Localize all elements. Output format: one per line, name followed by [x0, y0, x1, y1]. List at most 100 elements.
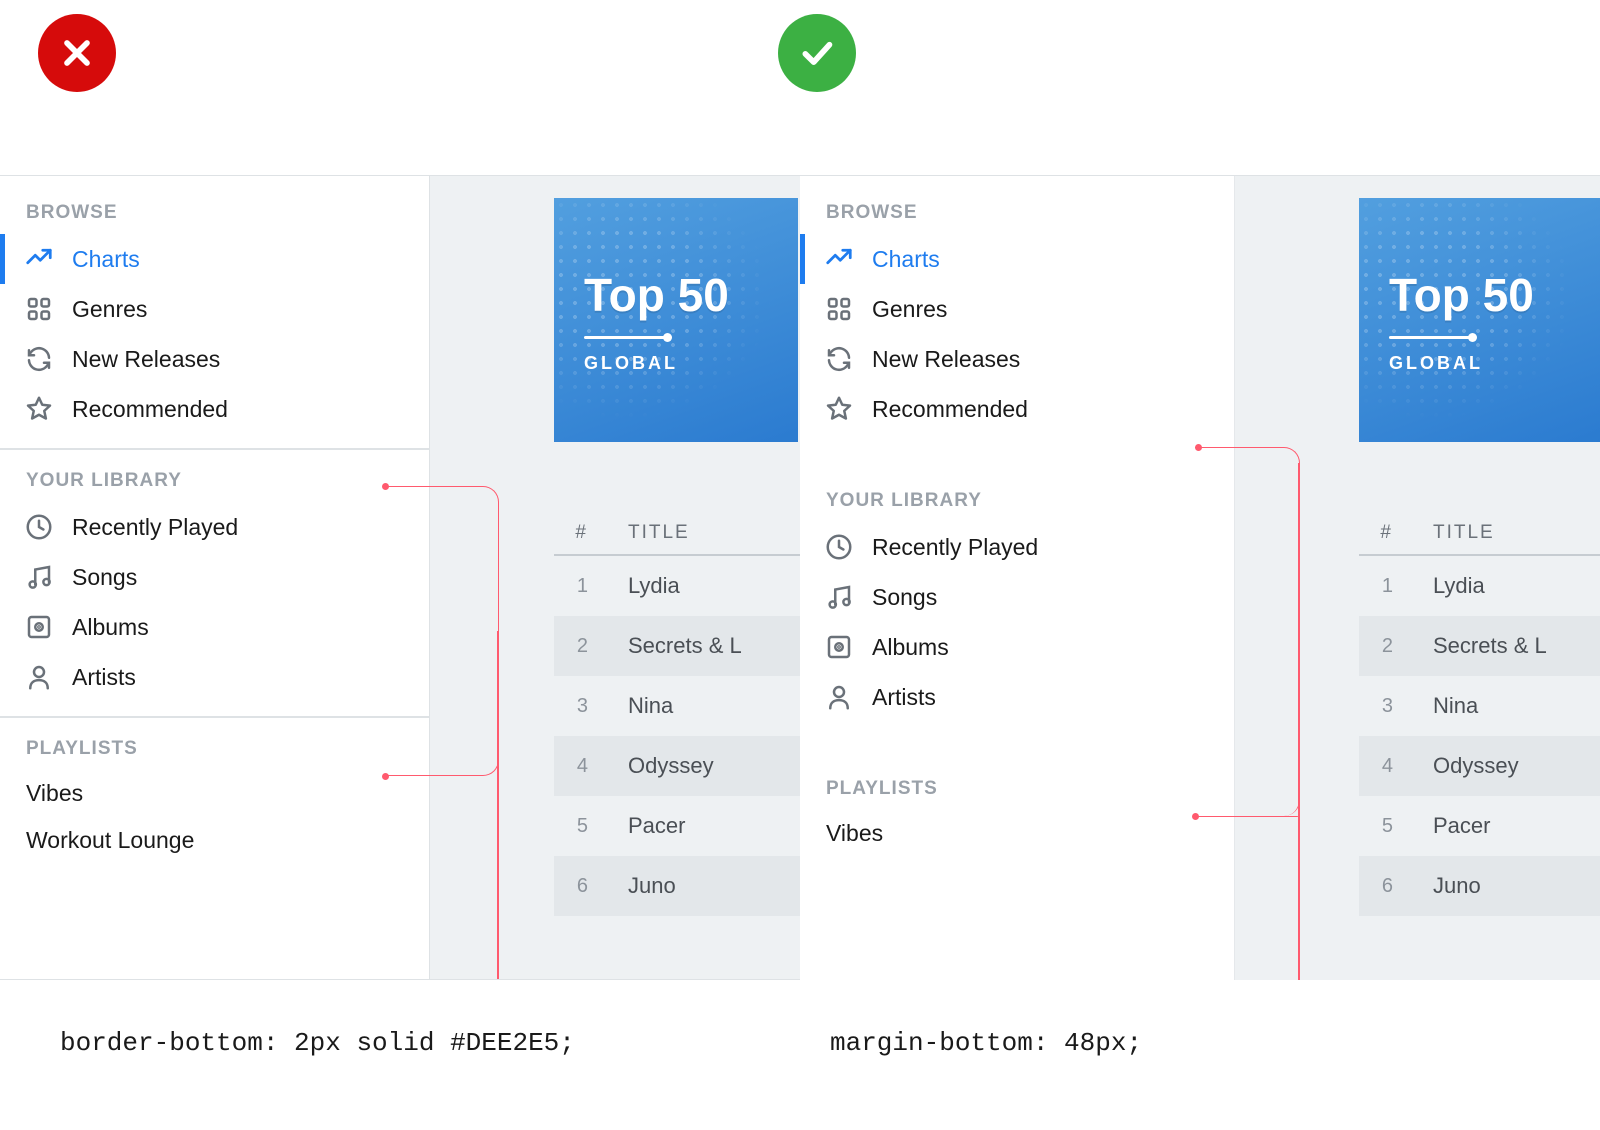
track-row[interactable]: 5Pacer — [1359, 796, 1600, 856]
section-header-library: YOUR LIBRARY — [800, 486, 1234, 522]
nav-charts[interactable]: Charts — [800, 234, 1234, 284]
sidebar-section-playlists: PLAYLISTS Vibes Workout Lounge — [0, 718, 429, 864]
album-title: Top 50 — [1389, 268, 1600, 322]
nav-charts[interactable]: Charts — [0, 234, 429, 284]
refresh-icon — [824, 344, 854, 374]
nav-label: Recommended — [872, 396, 1028, 423]
playlist-item[interactable]: Vibes — [0, 770, 429, 817]
nav-genres[interactable]: Genres — [800, 284, 1234, 334]
nav-label: Charts — [72, 246, 140, 273]
nav-songs[interactable]: Songs — [800, 572, 1234, 622]
nav-label: Songs — [872, 584, 937, 611]
track-row[interactable]: 3Nina — [1359, 676, 1600, 736]
example-do: BROWSE Charts Genres New Releases Recomm… — [800, 176, 1600, 980]
col-title: TITLE — [628, 522, 800, 544]
annotation-line — [1298, 463, 1300, 980]
nav-label: Recently Played — [872, 534, 1038, 561]
track-row[interactable]: 3Nina — [554, 676, 800, 736]
track-row[interactable]: 4Odyssey — [554, 736, 800, 796]
sidebar-section-browse: BROWSE Charts Genres New Releases Recomm… — [0, 198, 429, 450]
sidebar-section-browse: BROWSE Charts Genres New Releases Recomm… — [800, 198, 1234, 438]
nav-label: Charts — [872, 246, 940, 273]
tracklist: # TITLE 1Lydia 2Secrets & L 3Nina 4Odyss… — [554, 522, 800, 916]
nav-label: Genres — [72, 296, 147, 323]
nav-label: Recommended — [72, 396, 228, 423]
trending-up-icon — [24, 244, 54, 274]
caption-dont: border-bottom: 2px solid #DEE2E5; — [60, 1028, 575, 1058]
track-row[interactable]: 1Lydia — [554, 556, 800, 616]
example-dont: BROWSE Charts Genres New Releases Recomm… — [0, 176, 800, 980]
nav-label: New Releases — [72, 346, 220, 373]
nav-recently-played[interactable]: Recently Played — [800, 522, 1234, 572]
nav-label: Albums — [72, 614, 149, 641]
section-header-library: YOUR LIBRARY — [0, 466, 429, 502]
nav-albums[interactable]: Albums — [800, 622, 1234, 672]
playlist-item[interactable]: Workout Lounge — [0, 817, 429, 864]
section-header-browse: BROWSE — [800, 198, 1234, 234]
nav-label: Artists — [72, 664, 136, 691]
section-header-playlists: PLAYLISTS — [0, 734, 429, 770]
clock-icon — [24, 512, 54, 542]
nav-genres[interactable]: Genres — [0, 284, 429, 334]
col-num: # — [1359, 522, 1433, 544]
album-subtitle: GLOBAL — [584, 353, 798, 374]
album-subtitle: GLOBAL — [1389, 353, 1600, 374]
sidebar-section-library: YOUR LIBRARY Recently Played Songs Album… — [800, 486, 1234, 726]
col-num: # — [554, 522, 628, 544]
nav-new-releases[interactable]: New Releases — [0, 334, 429, 384]
star-icon — [824, 394, 854, 424]
col-title: TITLE — [1433, 522, 1600, 544]
comparison-row: BROWSE Charts Genres New Releases Recomm… — [0, 175, 1600, 980]
section-header-browse: BROWSE — [0, 198, 429, 234]
album-title: Top 50 — [584, 268, 798, 322]
person-icon — [24, 662, 54, 692]
disc-icon — [24, 612, 54, 642]
nav-label: New Releases — [872, 346, 1020, 373]
person-icon — [824, 682, 854, 712]
sidebar-section-playlists: PLAYLISTS Vibes — [800, 774, 1234, 857]
check-icon — [797, 33, 837, 73]
sidebar-dont: BROWSE Charts Genres New Releases Recomm… — [0, 176, 430, 979]
star-icon — [24, 394, 54, 424]
nav-label: Artists — [872, 684, 936, 711]
refresh-icon — [24, 344, 54, 374]
annotation-line — [497, 631, 499, 980]
nav-new-releases[interactable]: New Releases — [800, 334, 1234, 384]
annotation-bracket — [386, 486, 499, 776]
grid-icon — [24, 294, 54, 324]
tracklist-header: # TITLE — [554, 522, 800, 556]
track-row[interactable]: 2Secrets & L — [554, 616, 800, 676]
nav-recommended[interactable]: Recommended — [0, 384, 429, 434]
disc-icon — [824, 632, 854, 662]
grid-icon — [824, 294, 854, 324]
track-row[interactable]: 4Odyssey — [1359, 736, 1600, 796]
track-row[interactable]: 6Juno — [554, 856, 800, 916]
nav-label: Albums — [872, 634, 949, 661]
nav-artists[interactable]: Artists — [800, 672, 1234, 722]
music-note-icon — [824, 582, 854, 612]
playlist-item[interactable]: Vibes — [800, 810, 1234, 857]
track-row[interactable]: 2Secrets & L — [1359, 616, 1600, 676]
nav-recently-played[interactable]: Recently Played — [0, 502, 429, 552]
trending-up-icon — [824, 244, 854, 274]
x-icon — [57, 33, 97, 73]
track-row[interactable]: 5Pacer — [554, 796, 800, 856]
nav-label: Genres — [872, 296, 947, 323]
clock-icon — [824, 532, 854, 562]
nav-label: Recently Played — [72, 514, 238, 541]
annotation-bracket — [1195, 447, 1300, 816]
track-row[interactable]: 6Juno — [1359, 856, 1600, 916]
album-art[interactable]: Top 50 GLOBAL — [1359, 198, 1600, 442]
section-header-playlists: PLAYLISTS — [800, 774, 1234, 810]
annotation-line — [1195, 816, 1298, 817]
nav-albums[interactable]: Albums — [0, 602, 429, 652]
track-row[interactable]: 1Lydia — [1359, 556, 1600, 616]
tracklist: # TITLE 1Lydia 2Secrets & L 3Nina 4Odyss… — [1359, 522, 1600, 916]
nav-recommended[interactable]: Recommended — [800, 384, 1234, 434]
do-badge — [778, 14, 856, 92]
album-art[interactable]: Top 50 GLOBAL — [554, 198, 798, 442]
music-note-icon — [24, 562, 54, 592]
nav-songs[interactable]: Songs — [0, 552, 429, 602]
nav-artists[interactable]: Artists — [0, 652, 429, 702]
tracklist-header: # TITLE — [1359, 522, 1600, 556]
